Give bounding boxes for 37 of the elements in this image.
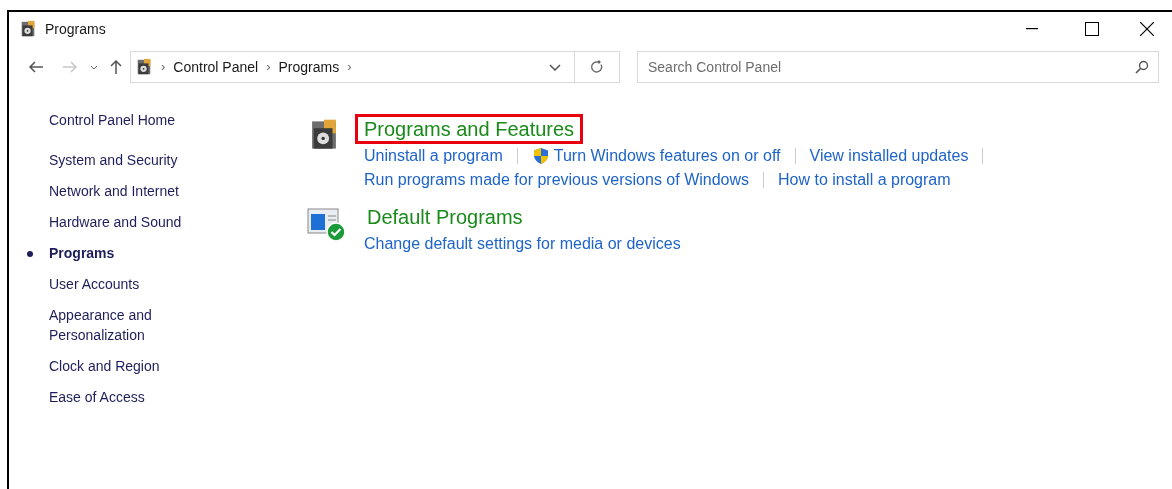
search-icon — [1135, 60, 1149, 74]
task-link[interactable]: Uninstall a program — [364, 144, 503, 168]
sidebar-item[interactable]: Ease of Access — [49, 387, 199, 407]
task-link[interactable]: Turn Windows features on or off — [553, 144, 781, 168]
sidebar-item[interactable]: Hardware and Sound — [49, 212, 199, 232]
up-arrow-icon — [109, 59, 123, 75]
address-bar[interactable]: › Control Panel › Programs › — [130, 51, 620, 83]
refresh-icon — [590, 60, 604, 74]
sidebar-home-link[interactable]: Control Panel Home — [49, 110, 176, 130]
programs-icon — [135, 58, 153, 76]
sidebar-item[interactable]: Appearance and Personalization — [49, 305, 199, 345]
chevron-down-icon — [548, 63, 561, 71]
window-title: Programs — [45, 19, 106, 39]
breadcrumb-separator: › — [347, 58, 352, 77]
selected-bullet — [27, 251, 33, 257]
sidebar-item[interactable]: System and Security — [49, 150, 199, 170]
programs-icon — [19, 20, 37, 38]
chevron-down-icon — [90, 64, 98, 70]
search-field[interactable]: Search Control Panel — [637, 51, 1159, 83]
task-link[interactable]: Change default settings for media or devices — [364, 232, 681, 256]
close-icon — [1140, 22, 1154, 36]
breadcrumb-separator: › — [161, 58, 166, 77]
section-title-link[interactable]: Default Programs — [364, 202, 526, 232]
breadcrumb-item[interactable]: Control Panel — [173, 56, 259, 78]
task-link[interactable]: How to install a program — [778, 168, 951, 192]
section-title-link[interactable]: Programs and Features — [355, 114, 584, 144]
sidebar-item[interactable]: Clock and Region — [49, 356, 199, 376]
task-link[interactable]: View installed updates — [809, 144, 969, 168]
sidebar-item[interactable]: User Accounts — [49, 274, 199, 294]
default-programs-icon — [307, 206, 347, 242]
sidebar-item[interactable]: Network and Internet — [49, 181, 199, 201]
breadcrumb-separator: › — [266, 58, 271, 77]
minimize-icon — [1026, 28, 1038, 30]
task-link[interactable]: Run programs made for previous versions of Windows — [364, 168, 750, 192]
sidebar-item[interactable]: Programs — [49, 243, 199, 263]
breadcrumb-item[interactable]: Programs — [278, 56, 340, 78]
maximize-icon — [1085, 22, 1099, 36]
